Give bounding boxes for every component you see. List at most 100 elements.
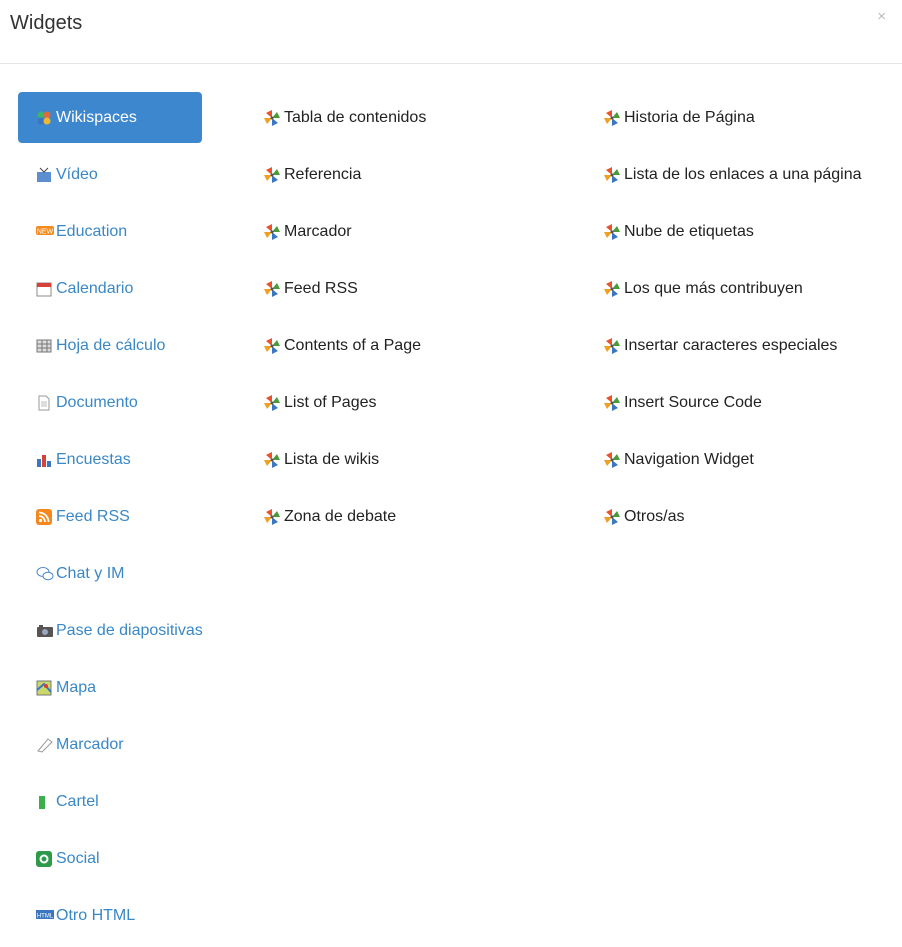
widget-insertar-caracteres-especiales[interactable]: Insertar caracteres especiales [602, 320, 862, 371]
dialog-header: Widgets × [0, 0, 902, 64]
pinwheel-icon [262, 222, 282, 242]
widget-label: Insert Source Code [624, 393, 762, 411]
bookmark-icon [36, 737, 53, 753]
widget-label: Los que más contribuyen [624, 279, 803, 297]
pinwheel-icon [262, 165, 282, 185]
widget-lista-de-los-enlaces-a-una-pagina[interactable]: Lista de los enlaces a una página [602, 149, 862, 200]
map-icon [36, 680, 52, 696]
category-cartel[interactable]: Cartel [18, 776, 202, 827]
category-hoja-de-calculo[interactable]: Hoja de cálculo [18, 320, 202, 371]
widget-contents-of-a-page[interactable]: Contents of a Page [262, 320, 426, 371]
wikispaces-icon [36, 110, 52, 126]
new-badge-icon: NEW [36, 224, 54, 240]
category-video[interactable]: Vídeo [18, 149, 202, 200]
bar-chart-icon [36, 452, 52, 468]
widget-referencia[interactable]: Referencia [262, 149, 426, 200]
pinwheel-icon [602, 279, 622, 299]
widget-label: Insertar caracteres especiales [624, 336, 838, 354]
pinwheel-icon [602, 507, 622, 527]
category-label: Marcador [56, 735, 124, 753]
calendar-icon [36, 281, 52, 297]
widget-label: List of Pages [284, 393, 377, 411]
category-social[interactable]: Social [18, 833, 202, 884]
close-icon[interactable]: × [877, 8, 886, 25]
widget-navigation-widget[interactable]: Navigation Widget [602, 434, 862, 485]
widget-insert-source-code[interactable]: Insert Source Code [602, 377, 862, 428]
pinwheel-icon [262, 279, 282, 299]
widget-otros-as[interactable]: Otros/as [602, 491, 862, 542]
pinwheel-icon [602, 393, 622, 413]
svg-text:HTML: HTML [37, 913, 54, 919]
document-icon [36, 395, 52, 411]
widget-label: Zona de debate [284, 507, 397, 525]
widget-label: Referencia [284, 165, 362, 183]
widget-label: Navigation Widget [624, 450, 754, 468]
widget-list-column-2: Historia de Página Lista de los enlaces a… [602, 92, 862, 548]
category-label: Cartel [56, 792, 99, 810]
widget-nube-de-etiquetas[interactable]: Nube de etiquetas [602, 206, 862, 257]
widget-historia-de-pagina[interactable]: Historia de Página [602, 92, 862, 143]
category-education[interactable]: NEW Education [18, 206, 202, 257]
widget-feed-rss[interactable]: Feed RSS [262, 263, 426, 314]
category-label: Chat y IM [56, 564, 125, 582]
category-chat-y-im[interactable]: Chat y IM [18, 548, 202, 599]
widget-label: Nube de etiquetas [624, 222, 754, 240]
pinwheel-icon [602, 450, 622, 470]
video-icon [36, 167, 52, 183]
category-otro-html[interactable]: HTML Otro HTML [18, 890, 202, 941]
category-label: Wikispaces [56, 108, 137, 126]
pinwheel-icon [262, 336, 282, 356]
category-wikispaces[interactable]: Wikispaces [18, 92, 202, 143]
category-label: Documento [56, 393, 138, 411]
dialog-title: Widgets [10, 12, 83, 34]
camera-icon [36, 623, 53, 639]
widget-los-que-mas-contribuyen[interactable]: Los que más contribuyen [602, 263, 862, 314]
pinwheel-icon [262, 393, 282, 413]
banner-icon [36, 794, 52, 810]
widget-zona-de-debate[interactable]: Zona de debate [262, 491, 426, 542]
category-marcador[interactable]: Marcador [18, 719, 202, 770]
category-label: Otro HTML [56, 906, 136, 924]
widget-label: Historia de Página [624, 108, 755, 126]
category-encuestas[interactable]: Encuestas [18, 434, 202, 485]
widget-label: Feed RSS [284, 279, 358, 297]
widget-label: Contents of a Page [284, 336, 421, 354]
category-pase-de-diapositivas[interactable]: Pase de diapositivas [18, 605, 203, 656]
widget-tabla-de-contenidos[interactable]: Tabla de contenidos [262, 92, 426, 143]
widget-marcador[interactable]: Marcador [262, 206, 426, 257]
pinwheel-icon [602, 108, 622, 128]
widget-label: Marcador [284, 222, 352, 240]
chat-icon [36, 566, 54, 582]
widget-lista-de-wikis[interactable]: Lista de wikis [262, 434, 426, 485]
category-mapa[interactable]: Mapa [18, 662, 202, 713]
category-label: Calendario [56, 279, 134, 297]
widget-label: Lista de wikis [284, 450, 380, 468]
pinwheel-icon [602, 336, 622, 356]
category-label: Encuestas [56, 450, 131, 468]
category-documento[interactable]: Documento [18, 377, 202, 428]
widget-label: Lista de los enlaces a una página [624, 165, 862, 183]
category-label: Vídeo [56, 165, 98, 183]
svg-text:NEW: NEW [37, 228, 54, 235]
widget-label: Tabla de contenidos [284, 108, 427, 126]
category-label: Feed RSS [56, 507, 130, 525]
pinwheel-icon [602, 222, 622, 242]
widget-label: Otros/as [624, 507, 685, 525]
widget-list-of-pages[interactable]: List of Pages [262, 377, 426, 428]
spreadsheet-icon [36, 338, 52, 354]
category-label: Education [56, 222, 128, 240]
category-label: Social [56, 849, 100, 867]
pinwheel-icon [262, 108, 282, 128]
category-label: Hoja de cálculo [56, 336, 166, 354]
category-label: Pase de diapositivas [56, 621, 203, 639]
social-icon [36, 850, 52, 867]
rss-icon [36, 508, 52, 525]
pinwheel-icon [262, 450, 282, 470]
html-icon: HTML [36, 908, 54, 924]
pinwheel-icon [262, 507, 282, 527]
widget-list-column-1: Tabla de contenidos Referencia Marcador Fee… [262, 92, 426, 548]
category-calendario[interactable]: Calendario [18, 263, 202, 314]
category-label: Mapa [56, 678, 97, 696]
pinwheel-icon [602, 165, 622, 185]
category-feed-rss[interactable]: Feed RSS [18, 491, 202, 542]
